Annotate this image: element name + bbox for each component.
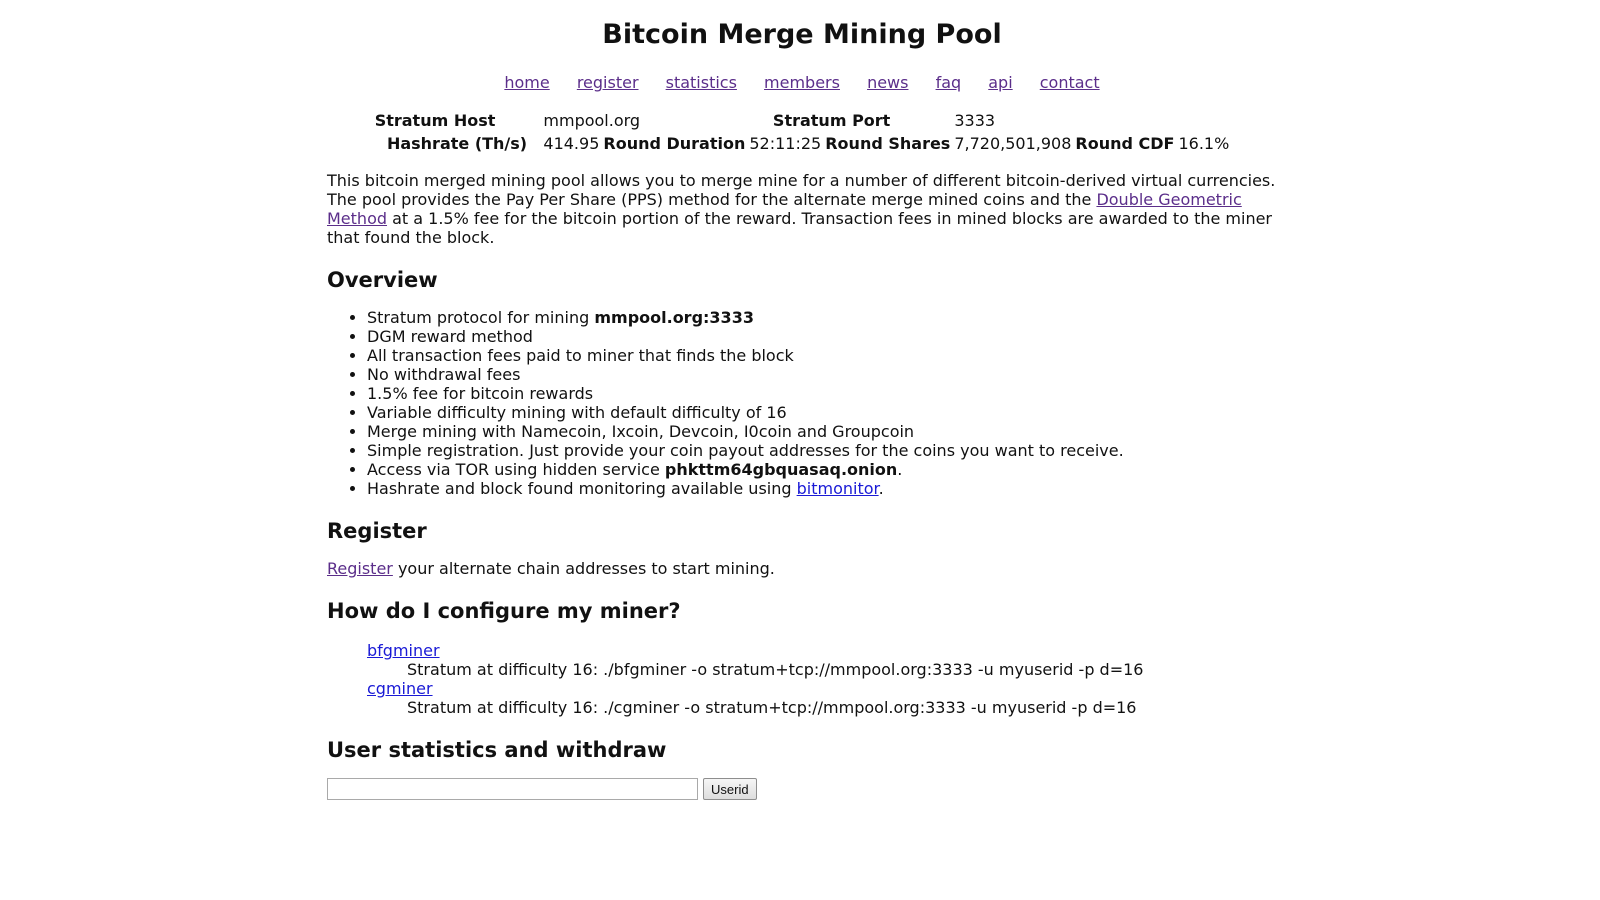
item-text: Simple registration. Just provide your c… [367,441,1124,460]
page-title: Bitcoin Merge Mining Pool [602,19,1002,50]
user-stats-heading: User statistics and withdraw [327,738,667,762]
miner-list: bfgminer Stratum at difficulty 16: ./bfg… [367,641,1277,717]
round-shares-value: 7,720,501,908 [954,134,1072,153]
feature-list: Stratum protocol for mining mmpool.org:3… [327,308,1277,498]
stratum-host-value: mmpool.org [543,111,641,130]
bfgminer-link[interactable]: bfgminer [367,641,440,660]
nav-news[interactable]: news [867,73,908,92]
configure-heading: How do I configure my miner? [327,599,681,623]
register-paragraph: Register your alternate chain addresses … [327,559,1277,578]
item-bold: phkttm64gbquasaq.onion [664,460,898,479]
cgminer-link[interactable]: cgminer [367,679,433,698]
item-text: Merge mining with Namecoin, Ixcoin, Devc… [367,422,915,441]
list-item: 1.5% fee for bitcoin rewards [367,384,1277,403]
page-content: Bitcoin Merge Mining Pool home register … [327,0,1277,800]
miner-name: bfgminer [367,641,1277,660]
nav-faq[interactable]: faq [936,73,962,92]
register-heading: Register [327,519,427,543]
list-item: Variable difficulty mining with default … [367,403,1277,422]
list-item: Merge mining with Namecoin, Ixcoin, Devc… [367,422,1277,441]
item-text: Variable difficulty mining with default … [367,403,787,422]
round-cdf-label: Round CDF [1075,134,1175,153]
list-item: Hashrate and block found monitoring avai… [367,479,1277,498]
userid-button[interactable]: Userid [703,778,757,800]
item-bold: mmpool.org:3333 [594,308,754,327]
pool-stats-table: Stratum Host mmpool.org Stratum Port 333… [373,109,1232,155]
list-item: Simple registration. Just provide your c… [367,441,1277,460]
list-item: Stratum protocol for mining mmpool.org:3… [367,308,1277,327]
stats-row-stratum: Stratum Host mmpool.org Stratum Port 333… [373,109,1232,132]
userid-input[interactable] [327,778,698,800]
hashrate-label: Hashrate (Th/s) [386,134,528,153]
list-item: No withdrawal fees [367,365,1277,384]
item-text: Stratum protocol for mining [367,308,595,327]
stratum-port-value: 3333 [954,111,996,130]
round-duration-value: 52:11:25 [749,134,822,153]
bitmonitor-link[interactable]: bitmonitor [797,479,879,498]
overview-heading: Overview [327,268,438,292]
list-item: All transaction fees paid to miner that … [367,346,1277,365]
register-link[interactable]: Register [327,559,393,578]
nav-statistics[interactable]: statistics [666,73,737,92]
item-after: . [878,479,884,498]
list-item: DGM reward method [367,327,1277,346]
miner-name: cgminer [367,679,1277,698]
list-item: Access via TOR using hidden service phkt… [367,460,1277,479]
nav-contact[interactable]: contact [1040,73,1100,92]
stratum-port-label: Stratum Port [772,111,891,130]
userid-form: Userid [327,778,1277,800]
nav-register[interactable]: register [577,73,639,92]
nav-home[interactable]: home [504,73,549,92]
intro-paragraph: This bitcoin merged mining pool allows y… [327,171,1277,247]
item-after: . [897,460,903,479]
item-text: All transaction fees paid to miner that … [367,346,794,365]
item-text: No withdrawal fees [367,365,521,384]
stats-row-round: Hashrate (Th/s) 414.95 Round Duration 52… [373,132,1232,155]
round-cdf-value: 16.1% [1178,134,1230,153]
item-text: Hashrate and block found monitoring avai… [367,479,797,498]
round-duration-label: Round Duration [603,134,746,153]
miner-command: Stratum at difficulty 16: ./bfgminer -o … [407,660,1144,679]
item-text: 1.5% fee for bitcoin rewards [367,384,594,403]
nav-members[interactable]: members [764,73,840,92]
register-text: your alternate chain addresses to start … [392,559,775,578]
item-text: Access via TOR using hidden service [367,460,665,479]
nav-api[interactable]: api [988,73,1012,92]
miner-command: Stratum at difficulty 16: ./cgminer -o s… [407,698,1137,717]
main-nav: home register statistics members news fa… [327,74,1277,92]
stratum-host-label: Stratum Host [374,111,496,130]
intro-text-end: at a 1.5% fee for the bitcoin portion of… [327,209,1272,247]
hashrate-value: 414.95 [543,134,600,153]
item-text: DGM reward method [367,327,533,346]
round-shares-label: Round Shares [825,134,951,153]
